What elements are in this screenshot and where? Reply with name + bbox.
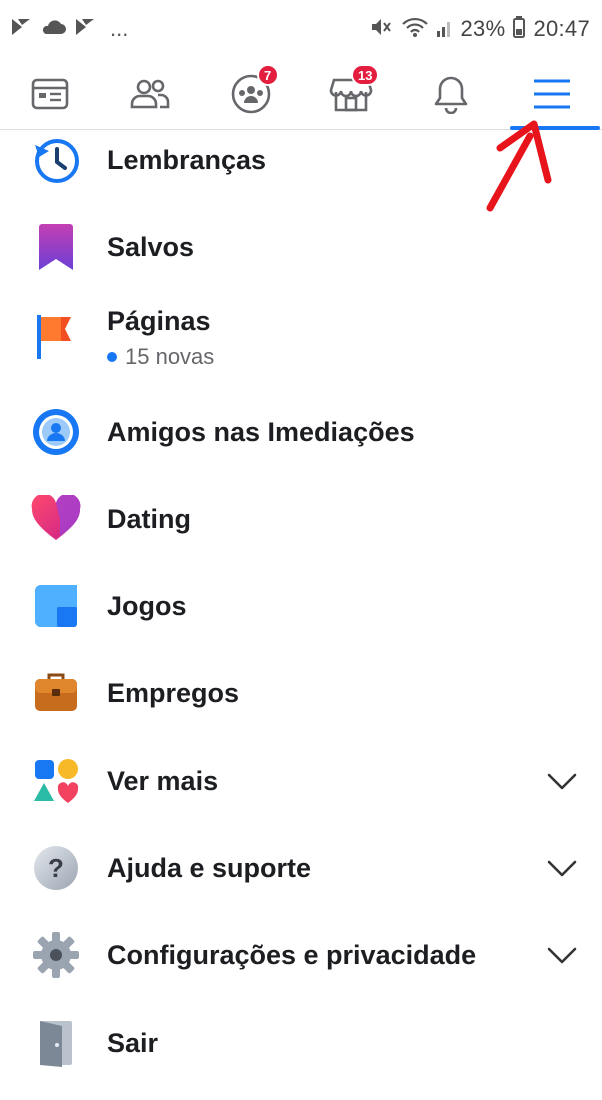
menu-item-label: Jogos <box>107 590 187 621</box>
clock: 20:47 <box>533 16 590 41</box>
menu-item-label: Sair <box>107 1027 159 1058</box>
jobs-briefcase-icon <box>30 667 82 719</box>
new-indicator-dot <box>107 352 117 362</box>
pages-new-count-text: 15 novas <box>125 344 215 369</box>
menu-item-jogos[interactable]: Jogos <box>0 566 602 646</box>
status-bar-left: ... <box>10 16 128 42</box>
menu-item-salvos[interactable]: Salvos <box>0 207 602 287</box>
chevron-down-icon[interactable] <box>545 764 579 798</box>
menu-item-dating[interactable]: Dating <box>0 479 602 559</box>
more-notifications-indicator: ... <box>110 16 129 41</box>
nearby-friends-icon <box>30 406 82 458</box>
see-more-shapes-icon <box>30 755 82 807</box>
svg-text:?: ? <box>48 853 64 883</box>
tab-friends[interactable] <box>100 58 200 129</box>
saved-bookmark-icon <box>30 221 82 273</box>
menu-item-label: Dating <box>107 503 191 534</box>
menu-item-label: Salvos <box>107 231 195 262</box>
menu-item-label: Páginas <box>107 306 211 336</box>
menu-item-label: Ajuda e suporte <box>107 852 312 883</box>
menu-item-paginas[interactable]: Páginas 15 novas <box>0 300 602 380</box>
tab-marketplace[interactable]: 13 <box>301 58 401 129</box>
marketplace-badge: 13 <box>350 64 380 86</box>
menu-item-empregos[interactable]: Empregos <box>0 653 602 733</box>
wifi-icon <box>401 16 429 43</box>
pages-new-count: 15 novas <box>107 344 214 370</box>
pages-flag-icon <box>30 310 82 362</box>
newsfeed-icon <box>30 76 70 112</box>
tab-groups[interactable]: 7 <box>201 58 301 129</box>
help-question-icon: ? <box>30 842 82 894</box>
status-bar: ... 23% 20:47 <box>0 0 602 58</box>
menu-item-ajuda-e-suporte[interactable]: ? Ajuda e suporte <box>0 828 602 908</box>
mute-icon <box>369 16 393 43</box>
chevron-down-icon[interactable] <box>545 851 579 885</box>
menu-item-label: Empregos <box>107 677 240 708</box>
battery-percentage: 23% <box>460 16 506 41</box>
logout-door-icon <box>30 1017 82 1069</box>
menu-item-configuracoes-e-privacidade[interactable]: Configurações e privacidade <box>0 915 602 995</box>
menu-item-label: Ver mais <box>107 765 219 796</box>
notification-app-icon <box>10 17 32 42</box>
dating-heart-icon <box>30 493 82 545</box>
games-icon <box>30 580 82 632</box>
menu-item-amigos-nas-imediacoes[interactable]: Amigos nas Imediações <box>0 392 602 472</box>
menu-item-label: Configurações e privacidade <box>107 939 477 970</box>
groups-badge: 7 <box>256 64 279 86</box>
menu-item-label: Lembranças <box>107 144 267 175</box>
signal-icon <box>436 17 453 42</box>
bell-icon <box>431 74 471 114</box>
annotation-arrow-icon <box>486 120 552 212</box>
battery-icon <box>513 15 526 43</box>
menu-item-ver-mais[interactable]: Ver mais <box>0 741 602 821</box>
memories-clock-icon <box>30 134 82 186</box>
friends-icon <box>128 76 172 112</box>
cloud-icon <box>40 18 66 41</box>
notification-app-icon-2 <box>74 17 96 42</box>
tab-feed[interactable] <box>0 58 100 129</box>
status-bar-right: 23% 20:47 <box>369 15 591 43</box>
chevron-down-icon[interactable] <box>545 938 579 972</box>
menu-item-label: Amigos nas Imediações <box>107 416 415 447</box>
menu-item-sair[interactable]: Sair <box>0 1003 602 1083</box>
settings-gear-icon <box>30 929 82 981</box>
hamburger-menu-icon <box>532 77 572 111</box>
